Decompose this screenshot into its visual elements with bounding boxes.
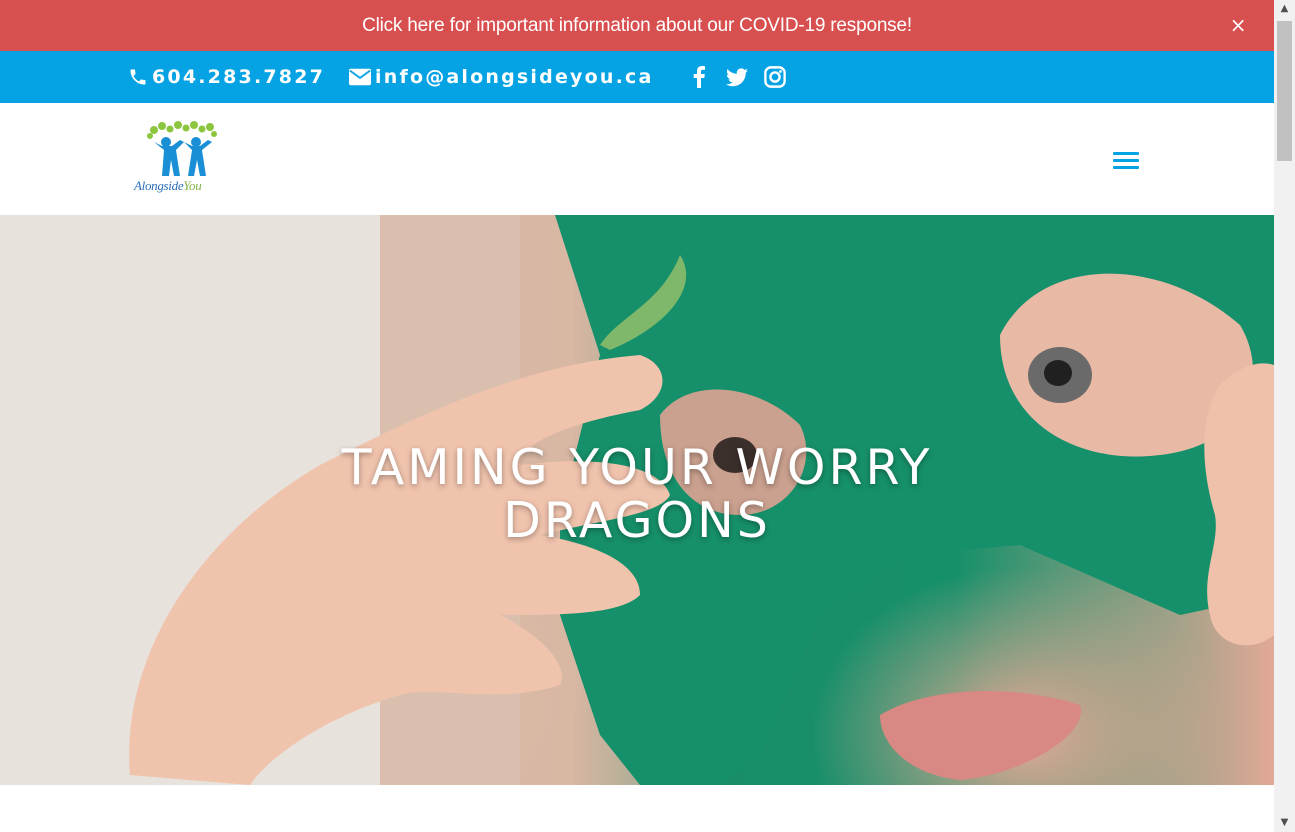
menu-hamburger-icon[interactable]	[1113, 152, 1139, 174]
site-logo[interactable]: AlongsideYou	[134, 120, 226, 204]
phone-number: 604.283.7827	[152, 66, 326, 88]
scroll-down-arrow-icon[interactable]: ▼	[1274, 814, 1295, 832]
scroll-up-arrow-icon[interactable]: ▲	[1274, 0, 1295, 18]
phone-icon	[130, 69, 146, 85]
contact-bar: 604.283.7827 info@alongsideyou.ca	[0, 51, 1274, 103]
site-header: AlongsideYou	[0, 103, 1274, 216]
facebook-icon[interactable]	[688, 66, 710, 88]
logo-tree-icon	[147, 121, 217, 176]
hero-title: TAMING YOUR WORRY DRAGONS	[341, 439, 933, 549]
email-address: info@alongsideyou.ca	[375, 66, 654, 88]
phone-link[interactable]: 604.283.7827	[128, 66, 325, 88]
scroll-thumb[interactable]	[1277, 21, 1292, 161]
email-link[interactable]: info@alongsideyou.ca	[349, 66, 653, 88]
instagram-icon[interactable]	[763, 66, 786, 88]
envelope-icon	[349, 68, 372, 86]
covid-announcement-bar[interactable]: Click here for important information abo…	[0, 0, 1274, 51]
hero-banner: TAMING YOUR WORRY DRAGONS	[0, 215, 1274, 785]
covid-announcement-link[interactable]: Click here for important information abo…	[362, 15, 912, 37]
twitter-icon[interactable]	[725, 66, 748, 88]
logo-wordmark: AlongsideYou	[134, 178, 202, 193]
close-icon[interactable]: ×	[1226, 13, 1250, 37]
page-scrollbar[interactable]: ▲ ▼	[1274, 0, 1295, 832]
